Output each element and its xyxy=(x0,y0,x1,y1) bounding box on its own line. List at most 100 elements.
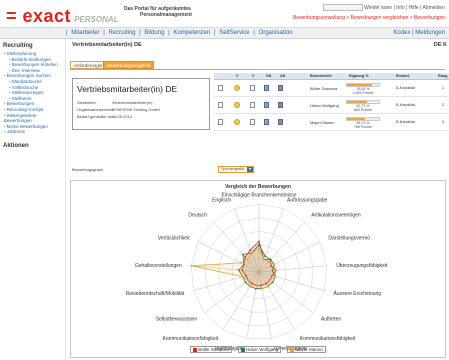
suitability-points: 865 Punkte xyxy=(353,107,373,112)
rating-icon[interactable] xyxy=(234,102,240,108)
nav-item-meldungen[interactable]: Meldungen xyxy=(415,30,445,36)
nav-item-mitarbeiter[interactable]: Mitarbeiter xyxy=(71,30,99,36)
radar-point xyxy=(264,255,267,258)
radar-chart: Einschlägige BranchenkenntnisseAuftrassu… xyxy=(126,192,388,352)
document-icon[interactable] xyxy=(250,102,255,108)
radar-axis-label: Artikulationsvermögen xyxy=(311,213,361,219)
job-row: Bedarf gemeldet am: 18.05.2014 xyxy=(77,114,132,119)
col-einstufung[interactable]: Einstuf. xyxy=(396,74,410,78)
job-row-label: Bedarf gemeldet am: xyxy=(77,114,115,119)
radar-point xyxy=(250,252,253,254)
chart-legend: Böller Susanna Huber Wolfgang Mayer Marion xyxy=(71,346,445,353)
header-utility-links[interactable]: Wieder kann | Info | Hilfe | Abmelden xyxy=(322,4,445,11)
row-checkbox[interactable] xyxy=(218,102,223,108)
app-header: = exact PERSONAL Das Portal für aufgeräum… xyxy=(0,0,449,28)
tab-underline xyxy=(70,69,445,70)
rating-icon[interactable] xyxy=(234,85,240,91)
pdf-icon[interactable] xyxy=(264,102,269,108)
suitability-text: 63,73 % 865 Punkte xyxy=(346,104,380,113)
radar-point xyxy=(267,261,270,263)
nav-right: Kodex | Meldungen xyxy=(393,30,445,36)
bullet-icon: • xyxy=(9,78,11,84)
job-row-value: Vertriebsmitarbeiter(in) xyxy=(112,100,153,105)
logo[interactable]: = exact PERSONAL xyxy=(6,6,119,27)
radar-point xyxy=(241,275,244,278)
col-bewerber[interactable]: Bewerber/in xyxy=(310,74,332,78)
pdf-icon[interactable] xyxy=(264,119,269,125)
table-row[interactable]: Huber Wolfgang 63,73 % 865 Punkte B-Kandida… xyxy=(214,98,449,114)
legend-swatch xyxy=(240,347,245,352)
bullet-icon: • xyxy=(4,123,6,129)
sidebar-item-label: Bewerbungen erstellen xyxy=(11,62,58,68)
sidebar-item[interactable]: •Weitergeleitete Bewerbungen xyxy=(4,113,65,124)
radar-point xyxy=(263,258,265,261)
app-page: = exact PERSONAL Das Portal für aufgeräum… xyxy=(0,0,449,360)
row-checkbox[interactable] xyxy=(218,119,223,125)
people-icon[interactable] xyxy=(278,102,283,108)
graph-type-select[interactable]: Spinnengrafik ▼ xyxy=(218,166,254,173)
col-eignung[interactable]: Eignung % xyxy=(349,74,369,78)
nav-item-recruiting[interactable]: Recruiting xyxy=(108,30,135,36)
people-icon[interactable] xyxy=(278,85,283,91)
nav-separator: | xyxy=(253,30,255,36)
radar-axis-label: Selbstbewusstsein xyxy=(156,317,198,323)
radar-axis-label: Auftreten xyxy=(321,317,342,323)
graph-type-value: Spinnengrafik xyxy=(221,167,245,171)
sidebar-item-label: Stellenplanung xyxy=(6,51,37,56)
nav-separator: | xyxy=(66,30,68,36)
candidate-table: V V DK AK Bewerber/in Eignung % Einstuf.… xyxy=(214,73,449,133)
candidate-rank: 2 xyxy=(442,103,445,107)
people-icon[interactable] xyxy=(278,119,283,125)
suitability-points: 1.083 Punkte xyxy=(352,90,374,95)
document-icon[interactable] xyxy=(250,85,255,91)
sidebar-item-label: Standardsuche xyxy=(11,78,42,84)
nav-item-kompetenzen[interactable]: Kompetenzen xyxy=(173,30,210,36)
sidebar-item-label: Dev. Interview xyxy=(11,67,40,73)
suitability-text: 78,84 % 1.083 Punkte xyxy=(346,87,380,96)
col-rang[interactable]: Rang xyxy=(438,74,448,78)
nav-item-kodex[interactable]: Kodex xyxy=(393,30,410,36)
document-icon[interactable] xyxy=(250,119,255,125)
nav-item-selfservice[interactable]: SelfService xyxy=(219,30,249,36)
nav-item-bildung[interactable]: Bildung xyxy=(144,30,164,36)
page-title: Vertriebsmitarbeiter(in) DE xyxy=(72,42,142,48)
radar-axis-label: Kommunikationsfähigkeit xyxy=(163,336,219,342)
row-checkbox[interactable] xyxy=(218,85,223,91)
bullet-icon: • xyxy=(9,84,11,90)
table-row[interactable]: Mayer Marion 56,13 % 786 Punkte B-Kandidat 3 xyxy=(214,115,449,131)
job-row-label: Stellentitel: xyxy=(77,100,97,105)
candidate-name[interactable]: Huber Wolfgang xyxy=(310,103,339,108)
nav-item-organisation[interactable]: Organisation xyxy=(259,30,293,36)
col-ak: AK xyxy=(280,74,286,78)
radar-point xyxy=(267,285,269,288)
radar-axis-label: Überzeugungsfähigkeit xyxy=(336,262,388,269)
col-v1: V xyxy=(236,74,239,78)
sidebar-item-label: Jobbörse xyxy=(6,129,26,135)
legend-label: Böller Susanna xyxy=(198,347,229,352)
candidate-name[interactable]: Böller Susanna xyxy=(310,86,337,91)
breadcrumb[interactable]: Bewerbungsverwaltung > Bewerbungen vergl… xyxy=(293,15,445,21)
tab-bewerbungsvergleich[interactable]: Bewerbungsvergleich xyxy=(103,61,155,69)
table-row[interactable]: Böller Susanna 78,84 % 1.083 Punkte A-Kandi… xyxy=(214,81,449,97)
sidebar-item[interactable]: •Jobbörse xyxy=(4,129,65,135)
rating-icon[interactable] xyxy=(234,119,240,125)
radar-point xyxy=(258,243,260,246)
legend-swatch xyxy=(193,347,198,352)
radar-point xyxy=(242,253,244,256)
user-field[interactable] xyxy=(322,4,363,11)
legend-item[interactable]: Mayer Marion xyxy=(287,346,326,353)
sidebar-title: Recruiting xyxy=(3,43,33,49)
bullet-icon: • xyxy=(9,90,11,96)
legend-item[interactable]: Böller Susanna xyxy=(190,346,232,353)
chevron-down-icon[interactable]: ▼ xyxy=(247,167,253,172)
utility-text[interactable]: Wieder kann | Info | Hilfe | Abmelden xyxy=(364,5,445,11)
pdf-icon[interactable] xyxy=(264,85,269,91)
sidebar-item-label: Meine Bewerbungen xyxy=(6,123,48,129)
bullet-icon: • xyxy=(9,95,11,101)
nav-separator: | xyxy=(214,30,216,36)
radar-point xyxy=(246,258,249,261)
candidate-name[interactable]: Mayer Marion xyxy=(310,120,334,125)
nav-separator: | xyxy=(139,30,141,36)
legend-item[interactable]: Huber Wolfgang xyxy=(237,346,282,353)
sidebar: Recruiting •Stellenplanung •Bedarfs-meldu… xyxy=(0,39,66,360)
